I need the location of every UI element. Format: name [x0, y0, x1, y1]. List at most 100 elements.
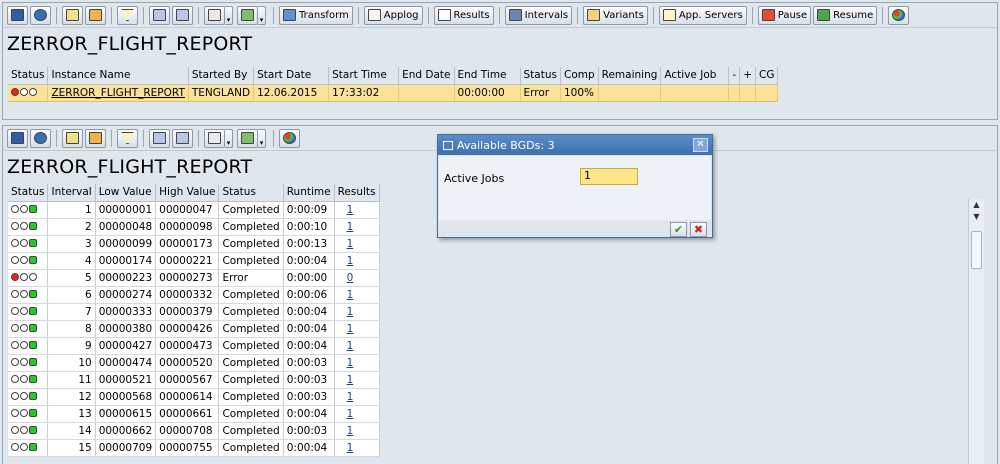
sum-button[interactable] [204, 5, 225, 25]
col-start-time[interactable]: Start Time [328, 67, 400, 85]
find-next-button[interactable] [172, 128, 193, 148]
filter-button[interactable] [117, 128, 138, 148]
table-row[interactable]: ZERROR_FLIGHT_REPORT TENGLAND 12.06.2015… [8, 84, 779, 102]
scroll-down-icon[interactable]: ▼ [969, 211, 984, 223]
results-link[interactable]: 1 [334, 218, 380, 236]
save-layout-button[interactable] [85, 128, 106, 148]
table-row[interactable]: 2 00000048 00000098 Completed 0:00:10 1 [8, 218, 380, 236]
export-button[interactable] [237, 128, 258, 148]
results-link[interactable]: 1 [334, 320, 380, 338]
col-status[interactable]: Status [8, 184, 49, 202]
col-interval[interactable]: Interval [47, 184, 96, 202]
results-link[interactable]: 1 [334, 439, 380, 457]
exit-button[interactable] [7, 128, 28, 148]
col-end-date[interactable]: End Date [398, 67, 455, 85]
app-servers-icon [662, 9, 676, 21]
results-button[interactable]: Results [433, 5, 494, 25]
variants-button[interactable]: Variants [583, 5, 648, 25]
scroll-thumb[interactable] [971, 231, 982, 269]
sum-dropdown[interactable]: ▾ [225, 128, 233, 148]
close-icon[interactable]: ✕ [693, 138, 708, 152]
pause-button[interactable]: Pause [757, 5, 812, 25]
col-end-time[interactable]: End Time [454, 67, 521, 85]
results-link[interactable]: 1 [334, 337, 380, 355]
low-value-cell: 00000474 [95, 354, 157, 372]
col-status[interactable]: Status [218, 184, 284, 202]
app-servers-button[interactable]: App. Servers [658, 5, 747, 25]
col-plus[interactable]: + [739, 67, 757, 85]
confirm-button[interactable]: ✔ [670, 222, 687, 237]
print-button[interactable] [62, 128, 83, 148]
refresh-button[interactable] [30, 5, 51, 25]
table-row[interactable]: 5 00000223 00000273 Error 0:00:00 0 [8, 269, 380, 287]
results-link[interactable]: 1 [334, 388, 380, 406]
results-link[interactable]: 1 [334, 252, 380, 270]
table-row[interactable]: 7 00000333 00000379 Completed 0:00:04 1 [8, 303, 380, 321]
col-start-date[interactable]: Start Date [253, 67, 330, 85]
table-row[interactable]: 15 00000709 00000755 Completed 0:00:04 1 [8, 439, 380, 457]
results-link[interactable]: 1 [334, 286, 380, 304]
col-high-value[interactable]: High Value [155, 184, 220, 202]
export-button[interactable] [237, 5, 258, 25]
table-row[interactable]: 6 00000274 00000332 Completed 0:00:06 1 [8, 286, 380, 304]
col-status[interactable]: Status [520, 67, 561, 85]
table-row[interactable]: 10 00000474 00000520 Completed 0:00:03 1 [8, 354, 380, 372]
col-comp[interactable]: Comp [560, 67, 599, 85]
table-row[interactable]: 9 00000427 00000473 Completed 0:00:04 1 [8, 337, 380, 355]
table-row[interactable]: 11 00000521 00000567 Completed 0:00:03 1 [8, 371, 380, 389]
exit-button[interactable] [7, 5, 28, 25]
results-link[interactable]: 1 [334, 201, 380, 219]
status-light [8, 337, 49, 355]
results-link[interactable]: 1 [334, 235, 380, 253]
export-dropdown[interactable]: ▾ [258, 128, 266, 148]
high-value-cell: 00000426 [155, 320, 220, 338]
intervals-button[interactable]: Intervals [504, 5, 573, 25]
results-link[interactable]: 0 [334, 269, 380, 287]
col-status[interactable]: Status [8, 67, 49, 85]
dialog-titlebar[interactable]: Available BGDs: 3 [438, 135, 712, 155]
col-minus[interactable]: - [728, 67, 741, 85]
col-active-job[interactable]: Active Job [660, 67, 730, 85]
cancel-button[interactable]: ✖ [690, 222, 707, 237]
results-link[interactable]: 1 [334, 405, 380, 423]
results-link[interactable]: 1 [334, 422, 380, 440]
print-button[interactable] [62, 5, 83, 25]
results-link[interactable]: 1 [334, 371, 380, 389]
active-jobs-input[interactable]: 1 [580, 168, 638, 185]
refresh-button[interactable] [30, 128, 51, 148]
table-row[interactable]: 14 00000662 00000708 Completed 0:00:03 1 [8, 422, 380, 440]
resume-button[interactable]: Resume [813, 5, 878, 25]
results-link[interactable]: 1 [334, 354, 380, 372]
col-cg[interactable]: CG [755, 67, 779, 85]
sum-dropdown[interactable]: ▾ [225, 5, 233, 25]
col-runtime[interactable]: Runtime [283, 184, 335, 202]
sum-button[interactable] [204, 128, 225, 148]
transform-button[interactable]: Transform [279, 5, 353, 25]
table-row[interactable]: 4 00000174 00000221 Completed 0:00:04 1 [8, 252, 380, 270]
find-button[interactable] [149, 5, 170, 25]
find-next-button[interactable] [172, 5, 193, 25]
table-row[interactable]: 13 00000615 00000661 Completed 0:00:04 1 [8, 405, 380, 423]
table-row[interactable]: 1 00000001 00000047 Completed 0:00:09 1 [8, 201, 380, 219]
scroll-up-icon[interactable]: ▲ [969, 199, 984, 211]
color-legend-button[interactable] [279, 128, 300, 148]
col-instance-name[interactable]: Instance Name [47, 67, 189, 85]
applog-button[interactable]: Applog [363, 5, 423, 25]
export-dropdown[interactable]: ▾ [258, 5, 266, 25]
find-button[interactable] [149, 128, 170, 148]
table-row[interactable]: 12 00000568 00000614 Completed 0:00:03 1 [8, 388, 380, 406]
vertical-scrollbar[interactable]: ▲ ▼ [968, 199, 984, 464]
col-started-by[interactable]: Started By [188, 67, 255, 85]
table-row[interactable]: 3 00000099 00000173 Completed 0:00:13 1 [8, 235, 380, 253]
col-low-value[interactable]: Low Value [95, 184, 157, 202]
filter-button[interactable] [117, 5, 138, 25]
filter-icon [121, 9, 134, 21]
results-link[interactable]: 1 [334, 303, 380, 321]
color-legend-button[interactable] [888, 5, 910, 25]
col-remaining[interactable]: Remaining [598, 67, 662, 85]
table-row[interactable]: 8 00000380 00000426 Completed 0:00:04 1 [8, 320, 380, 338]
toolbar-separator [198, 129, 199, 147]
save-layout-button[interactable] [85, 5, 106, 25]
instance-name-link[interactable]: ZERROR_FLIGHT_REPORT [47, 84, 189, 102]
col-results[interactable]: Results [334, 184, 380, 202]
